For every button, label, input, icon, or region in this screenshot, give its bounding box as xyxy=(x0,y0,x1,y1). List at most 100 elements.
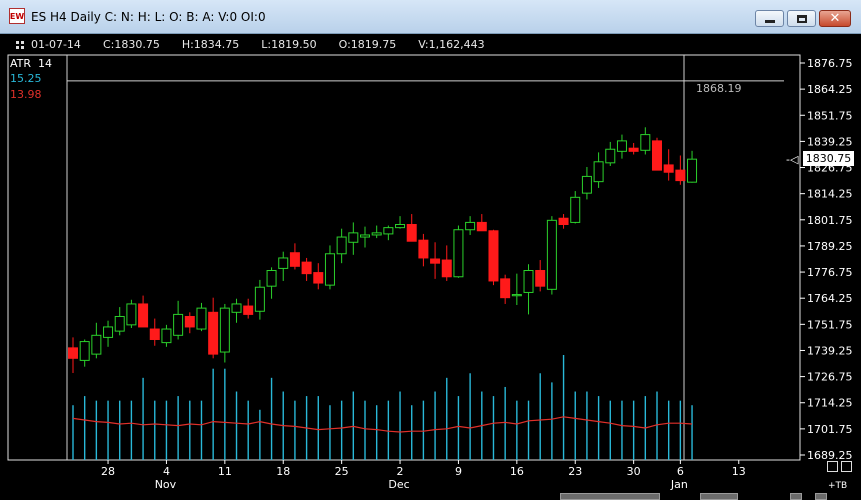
x-axis-tick-label: 30 xyxy=(627,465,641,478)
toolbar-toggle[interactable]: +TB xyxy=(828,481,847,491)
candle-down xyxy=(441,259,452,278)
candle-up xyxy=(173,313,184,336)
candle-up xyxy=(511,294,522,297)
candle-down xyxy=(301,261,312,275)
candle-down xyxy=(243,305,254,315)
y-axis-tick-label: 1751.75 xyxy=(807,318,853,331)
scroll-thumb[interactable] xyxy=(700,493,738,500)
candle-down xyxy=(476,221,487,232)
y-axis-tick-label: 1776.75 xyxy=(807,266,853,279)
candle-down xyxy=(500,278,511,299)
y-axis-tick-label: 1814.25 xyxy=(807,188,853,201)
candle-down xyxy=(558,217,569,226)
candle-down xyxy=(184,315,195,328)
x-axis-tick-label: 9 xyxy=(455,465,462,478)
horizontal-scrollbar[interactable] xyxy=(560,493,660,500)
y-axis-tick-label: 1701.75 xyxy=(807,423,853,436)
candle-down xyxy=(628,147,639,152)
candle-up xyxy=(687,158,698,183)
atr-label: ATR 14 xyxy=(10,57,53,70)
candle-down xyxy=(535,269,546,287)
candle-up xyxy=(278,257,289,269)
candle-down xyxy=(406,224,417,242)
candle-up xyxy=(640,134,651,151)
ohlc-close: C:1830.75 xyxy=(102,38,160,51)
candle-up xyxy=(161,328,172,344)
ohlc-open: O:1819.75 xyxy=(338,38,397,51)
candle-down xyxy=(313,272,324,284)
y-axis-tick-label: 1789.25 xyxy=(807,240,853,253)
y-axis-tick-label: 1714.25 xyxy=(807,397,853,410)
y-axis-tick-label: 1739.25 xyxy=(807,344,853,357)
candle-down xyxy=(418,239,429,259)
x-axis-month-label: Jan xyxy=(670,478,688,491)
candle-down xyxy=(289,252,300,267)
ohlc-date: 01-07-14 xyxy=(31,38,81,51)
candle-down xyxy=(138,303,149,328)
candle-up xyxy=(254,286,265,312)
y-axis-tick-label: 1764.25 xyxy=(807,292,853,305)
candle-up xyxy=(523,269,534,293)
candle-up xyxy=(581,175,592,194)
y-axis-tick-label: 1851.75 xyxy=(807,109,853,122)
ohlc-volume: V:1,162,443 xyxy=(418,38,485,51)
candle-up xyxy=(593,161,604,183)
atr-value-1: 15.25 xyxy=(10,72,42,85)
candle-up xyxy=(79,341,90,361)
candle-up xyxy=(383,227,394,235)
scroll-left-button[interactable] xyxy=(815,493,827,500)
candle-down xyxy=(663,164,674,173)
scroll-right-button[interactable] xyxy=(790,493,802,500)
current-price-marker: 1830.75 xyxy=(803,151,854,166)
candle-up xyxy=(219,307,230,353)
y-axis-tick-label: 1801.75 xyxy=(807,214,853,227)
chart-layout-box[interactable] xyxy=(841,461,852,472)
candle-up xyxy=(91,334,102,355)
candle-up xyxy=(360,234,370,238)
atr-value-2: 13.98 xyxy=(10,88,42,101)
price-pointer-icon: -◁ xyxy=(786,153,799,166)
x-axis-tick-label: 2 xyxy=(397,465,404,478)
candle-up xyxy=(103,326,114,338)
y-axis-tick-label: 1839.25 xyxy=(807,135,853,148)
y-axis-tick-label: 1876.75 xyxy=(807,57,853,70)
candle-up xyxy=(348,232,359,243)
candle-up xyxy=(605,148,616,164)
plot-frame xyxy=(7,54,801,461)
x-axis-tick-label: 16 xyxy=(510,465,524,478)
candle-up xyxy=(465,221,476,231)
x-axis-tick-label: 11 xyxy=(218,465,232,478)
candle-down xyxy=(208,311,219,355)
candle-down xyxy=(675,169,686,182)
candle-down xyxy=(488,230,499,282)
candle-down xyxy=(68,347,78,359)
candle-down xyxy=(430,258,441,264)
x-axis-tick-label: 23 xyxy=(568,465,582,478)
candle-up xyxy=(570,196,581,223)
candle-up xyxy=(196,307,207,330)
crosshair-price-label: 1868.19 xyxy=(696,82,742,95)
ohlc-readout: 01-07-14 C:1830.75 H:1834.75 L:1819.50 O… xyxy=(31,38,485,51)
candle-up xyxy=(395,224,406,229)
ohlc-high: H:1834.75 xyxy=(181,38,240,51)
y-axis-tick-label: 1864.25 xyxy=(807,83,853,96)
candle-up xyxy=(546,219,557,290)
x-axis-tick-label: 25 xyxy=(335,465,349,478)
candle-up xyxy=(453,229,464,278)
candle-up xyxy=(324,253,335,286)
candle-up xyxy=(616,140,627,152)
x-axis-month-label: Dec xyxy=(388,478,409,491)
chart-options-box[interactable] xyxy=(827,461,838,472)
x-axis-tick-label: 18 xyxy=(276,465,290,478)
y-axis-tick-label: 1726.75 xyxy=(807,371,853,384)
candle-down xyxy=(652,140,662,171)
price-chart[interactable]: 1876.751864.251851.751839.251826.751814.… xyxy=(0,0,861,500)
x-axis-tick-label: 6 xyxy=(677,465,684,478)
candle-up xyxy=(371,232,382,236)
x-axis-month-label: Nov xyxy=(155,478,177,491)
ohlc-low: L:1819.50 xyxy=(261,38,317,51)
x-axis-tick-label: 4 xyxy=(163,465,170,478)
candle-up xyxy=(266,269,277,287)
candle-up xyxy=(231,303,242,313)
x-axis-tick-label: 28 xyxy=(101,465,115,478)
